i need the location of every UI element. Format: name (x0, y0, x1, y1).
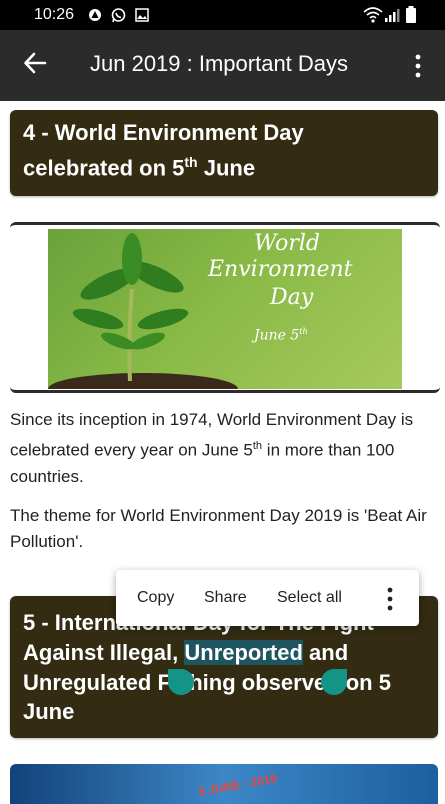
next-image-text: 5 JUNE · 2019 (197, 771, 279, 799)
plant-sprout-graphic (48, 233, 238, 389)
next-article-image: 5 JUNE · 2019 (10, 764, 438, 804)
article-paragraph-2: The theme for World Environment Day 2019… (10, 506, 427, 551)
selection-end-handle[interactable] (321, 669, 347, 695)
day2-heading-line4: June (23, 699, 75, 724)
whatsapp-icon (111, 8, 126, 23)
share-button[interactable]: Share (204, 589, 247, 607)
day-heading-card: 4 - World Environment Day celebrated on … (10, 110, 438, 196)
day-heading-line2: celebrated on 5th June (23, 154, 256, 181)
image-text-date: June 5th (254, 327, 308, 344)
article-image-frame: World Environment Day June 5th (10, 222, 440, 393)
text-selection-menu: Copy Share Select all (116, 570, 419, 626)
copy-button[interactable]: Copy (137, 589, 174, 607)
world-environment-day-image: World Environment Day June 5th (48, 229, 402, 389)
article-paragraph-1: Since its inception in 1974, World Envir… (10, 410, 414, 486)
status-bar: 10:26 (0, 0, 445, 30)
image-text-day: Day (270, 285, 314, 310)
signal-icon (385, 9, 400, 22)
status-time: 10:26 (34, 6, 75, 23)
day-heading-line1: 4 - World Environment Day (23, 120, 304, 145)
day2-heading-line2: Against Illegal, Unreported and (23, 640, 349, 665)
image-text-world: World (254, 231, 320, 256)
selection-start-handle[interactable] (168, 669, 194, 695)
page-title: Jun 2019 : Important Days (90, 51, 349, 76)
battery-icon (406, 6, 416, 23)
app-toolbar: Jun 2019 : Important Days (0, 30, 445, 101)
gallery-icon (135, 8, 149, 22)
selected-text[interactable]: Unreported (184, 640, 303, 665)
image-text-environment: Environment (208, 257, 353, 282)
select-all-button[interactable]: Select all (277, 589, 342, 607)
app-notification-icon (89, 9, 101, 21)
back-arrow-icon[interactable] (22, 50, 48, 76)
wifi-icon (363, 7, 383, 23)
more-options-icon[interactable] (414, 54, 422, 78)
popup-more-icon[interactable] (386, 587, 394, 611)
